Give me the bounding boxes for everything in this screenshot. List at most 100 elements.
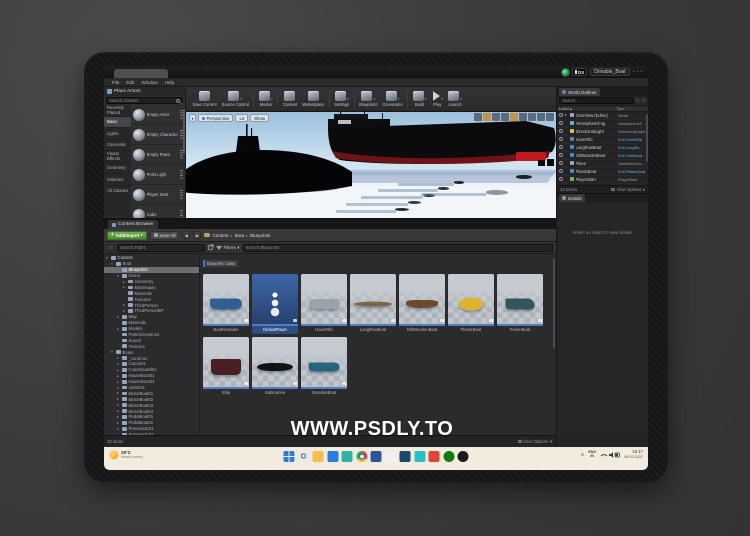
expander-arrow[interactable]: ▾ <box>117 274 121 278</box>
scale-snap-icon[interactable] <box>528 113 536 121</box>
lock-icon[interactable] <box>208 245 213 250</box>
move-tool-icon[interactable] <box>483 113 491 121</box>
breadcrumb-item[interactable]: Content <box>212 233 228 238</box>
tray-status-icons[interactable] <box>600 451 620 459</box>
expander-arrow[interactable]: ▸ <box>117 403 121 407</box>
search-assets-input[interactable] <box>243 244 553 252</box>
visibility-eye-icon[interactable] <box>559 161 563 165</box>
camera-speed-icon[interactable] <box>537 113 545 121</box>
outliner-view-options[interactable]: View Options ▾ <box>611 187 645 192</box>
drag-handle-icon[interactable] <box>180 170 183 179</box>
visibility-eye-icon[interactable] <box>559 177 563 181</box>
toolbar-button[interactable]: ▾ Modes <box>256 87 275 111</box>
place-actors-category[interactable]: Recently Placed <box>104 105 131 117</box>
actor-type[interactable]: Edit LongRowBoat <box>618 145 646 150</box>
outliner-row[interactable]: AtmosphericFog AtmosphericFog <box>557 120 648 128</box>
expander-arrow[interactable]: ▸ <box>117 374 121 378</box>
dropdown-arrow-icon[interactable]: ▾ <box>425 97 427 101</box>
actor-type[interactable]: PlayerStart <box>618 177 646 182</box>
taskbar-app-icon[interactable] <box>284 451 295 462</box>
visibility-eye-icon[interactable] <box>559 145 563 149</box>
asset-tile[interactable]: Ship <box>203 337 249 397</box>
maximize-viewport-icon[interactable] <box>546 113 554 121</box>
forward-arrow-button[interactable]: ▶ <box>193 231 201 239</box>
clock[interactable]: 19:17 08-03-2022 <box>624 450 643 459</box>
taskbar-app-icon[interactable] <box>298 451 309 462</box>
expander-arrow[interactable]: ▸ <box>117 391 121 395</box>
taskbar-app-icon[interactable] <box>400 451 411 462</box>
expander-arrow[interactable]: ▸ <box>117 356 121 360</box>
world-outliner-tab[interactable]: World Outliner <box>559 88 600 96</box>
actor-type[interactable]: Edit OldWoodenBoat <box>618 153 646 158</box>
scrollbar[interactable] <box>553 258 555 348</box>
outliner-row[interactable]: LongRowBoat Edit LongRowBoat <box>557 144 648 152</box>
expander-arrow[interactable]: ▾ <box>565 113 569 117</box>
place-actors-category[interactable]: Volumes <box>104 174 131 186</box>
place-actors-category[interactable]: Lights <box>104 128 131 140</box>
placeable-actor-item[interactable]: Empty Character <box>131 125 185 145</box>
tray-overflow-icon[interactable]: ∧ <box>581 452 585 458</box>
outliner-settings-icon[interactable] <box>641 98 646 103</box>
add-import-button[interactable]: +Add/Import▾ <box>107 231 147 240</box>
label-column-header[interactable]: Label ▴ <box>559 106 616 111</box>
placeable-actor-item[interactable]: Cube <box>131 205 185 218</box>
expander-arrow[interactable]: ▸ <box>123 280 127 284</box>
rotation-snap-icon[interactable] <box>519 113 527 121</box>
show-button[interactable]: Show <box>250 114 269 122</box>
toolbar-button[interactable]: ▾ Save Current <box>190 87 219 111</box>
placeable-actor-item[interactable]: Empty Actor <box>131 105 185 125</box>
asset-tile[interactable]: Submarine <box>252 337 298 397</box>
expander-arrow[interactable]: ▾ <box>106 256 110 260</box>
sources-panel-toggle-icon[interactable] <box>107 244 114 251</box>
taskbar-app-icon[interactable] <box>414 451 425 462</box>
asset-tile[interactable]: WoodenBoat <box>301 337 347 397</box>
taskbar-app-icon[interactable] <box>356 451 367 462</box>
taskbar-app-icon[interactable] <box>385 451 396 462</box>
expander-arrow[interactable]: ▸ <box>117 315 121 319</box>
toolbar-button[interactable]: ▾ Content <box>280 87 299 111</box>
taskbar-app-icon[interactable] <box>371 451 382 462</box>
dropdown-arrow-icon[interactable]: ▾ <box>373 97 375 101</box>
window-title-tab[interactable] <box>114 69 168 78</box>
place-actors-category[interactable]: Cinematic <box>104 140 131 152</box>
outliner-row[interactable]: PlasticBoat Edit PlasticBoat <box>557 168 648 176</box>
toolbar-button[interactable]: ▾ Launch <box>446 87 465 111</box>
lit-button[interactable]: Lit <box>235 114 248 122</box>
actor-type[interactable]: Edit HoverRib <box>618 137 646 142</box>
outliner-row[interactable]: Plane StaticMeshActor <box>557 160 648 168</box>
toolbar-button[interactable]: ▾ Source Control <box>219 87 251 111</box>
menu-item[interactable]: Help <box>165 80 174 85</box>
expander-arrow[interactable]: ▸ <box>117 415 121 419</box>
taskbar-app-icon[interactable] <box>327 451 338 462</box>
actor-type[interactable]: Edit PlasticBoat <box>618 169 646 174</box>
toolbar-button[interactable]: ▾ Cinematics <box>380 87 405 111</box>
expander-arrow[interactable]: ▸ <box>117 362 121 366</box>
expander-arrow[interactable]: ▸ <box>123 309 127 313</box>
rotate-tool-icon[interactable] <box>492 113 500 121</box>
expander-arrow[interactable]: ▸ <box>117 386 121 390</box>
taskbar-app-icon[interactable] <box>458 451 469 462</box>
level-viewport[interactable]: ▾ Perspective Lit Show <box>186 112 556 218</box>
menu-item[interactable]: Edit <box>126 80 134 85</box>
outliner-row[interactable]: ▾ OverView (Editor) World <box>557 112 648 120</box>
dropdown-arrow-icon[interactable]: ▾ <box>460 97 462 101</box>
dropdown-arrow-icon[interactable]: ▾ <box>271 97 273 101</box>
taskbar-app-icon[interactable] <box>313 451 324 462</box>
outliner-search-input[interactable] <box>559 97 634 104</box>
actor-type[interactable]: World <box>618 113 646 118</box>
visibility-eye-icon[interactable] <box>559 121 563 125</box>
back-arrow-button[interactable]: ◀ <box>182 231 190 239</box>
outliner-row[interactable]: PlayerStart PlayerStart <box>557 176 648 184</box>
visibility-eye-icon[interactable] <box>559 129 563 133</box>
actor-type[interactable]: DirectionalLight <box>618 129 646 134</box>
dropdown-arrow-icon[interactable]: ▾ <box>240 97 242 101</box>
taskbar-app-icon[interactable] <box>342 451 353 462</box>
place-actors-category[interactable]: Basic <box>104 117 131 129</box>
search-paths-input[interactable] <box>117 244 205 252</box>
dropdown-arrow-icon[interactable]: ▾ <box>398 97 400 101</box>
viewport-options-dropdown[interactable]: ▾ <box>189 114 196 122</box>
visibility-eye-icon[interactable] <box>559 153 563 157</box>
visibility-eye-icon[interactable] <box>559 137 563 141</box>
place-actors-category[interactable]: Visual Effects <box>104 151 131 163</box>
expander-arrow[interactable]: ▾ <box>111 262 115 266</box>
